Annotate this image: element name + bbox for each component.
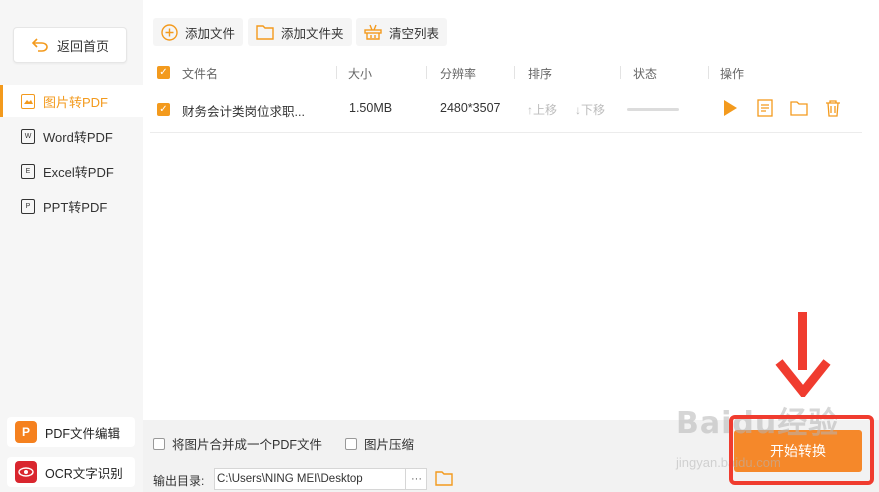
row-checkbox[interactable]: ✓ [157,103,170,116]
compress-option-label: 图片压缩 [364,438,415,452]
toolbar: 添加文件 添加文件夹 清空列表 [143,0,879,60]
clear-list-button[interactable]: 清空列表 [356,18,448,46]
pdf-edit-logo-icon: P [15,421,37,443]
open-folder-icon[interactable] [435,470,453,486]
compress-option[interactable]: 图片压缩 [345,434,414,453]
ppt-doc-icon: P [21,198,35,214]
move-up-label: 上移 [533,103,558,117]
pdf-edit-tool-button[interactable]: P PDF文件编辑 [7,417,135,447]
folder-icon[interactable] [790,99,808,117]
back-home-label: 返回首页 [56,38,109,54]
folder-icon [256,25,274,40]
column-divider [426,66,427,79]
merge-option[interactable]: 将图片合并成一个PDF文件 [153,434,322,453]
move-up-button[interactable]: ↑上移 [527,101,557,118]
add-file-label: 添加文件 [185,26,236,41]
browse-more-button[interactable]: ··· [405,468,427,490]
column-divider [620,66,621,79]
return-arrow-icon [31,38,48,52]
file-resolution: 2480*3507 [440,101,501,115]
header-actions: 操作 [720,67,745,81]
ocr-tool-button[interactable]: OCR文字识别 [7,457,135,487]
sidebar-item-ppt-to-pdf[interactable]: P PPT转PDF [0,190,143,222]
play-icon[interactable] [721,99,739,117]
sidebar-item-excel-to-pdf[interactable]: E Excel转PDF [0,155,143,187]
sidebar-item-label: Word转PDF [43,129,113,145]
header-status: 状态 [633,67,658,81]
column-divider [514,66,515,79]
sidebar-item-word-to-pdf[interactable]: W Word转PDF [0,120,143,152]
basket-icon [364,24,382,40]
add-folder-button[interactable]: 添加文件夹 [248,18,352,46]
sidebar-item-image-to-pdf[interactable]: 图片转PDF [0,85,143,117]
clear-list-label: 清空列表 [389,26,440,41]
red-down-arrow-icon [775,312,831,397]
output-path-value: C:\Users\NING MEI\Desktop [217,473,363,485]
trash-icon[interactable] [824,99,842,117]
header-order: 排序 [528,67,553,81]
plus-circle-icon [161,23,178,41]
document-icon[interactable] [756,99,774,117]
status-progress-bar [627,108,679,111]
column-divider [708,66,709,79]
merge-checkbox[interactable] [153,437,165,450]
sidebar: 返回首页 图片转PDF W Word转PDF E Excel转PDF P PPT… [0,0,143,492]
header-filename: 文件名 [182,67,219,81]
excel-doc-icon: E [21,163,35,179]
image-icon [21,93,35,109]
header-resolution: 分辨率 [440,67,477,81]
move-down-button[interactable]: ↓下移 [575,101,605,118]
sidebar-item-label: PPT转PDF [43,199,108,215]
add-file-button[interactable]: 添加文件 [153,18,244,46]
table-header: ✓ 文件名 大小 分辨率 排序 状态 操作 [150,60,862,84]
select-all-checkbox[interactable]: ✓ [157,66,170,79]
word-doc-icon: W [21,128,35,144]
sidebar-item-label: Excel转PDF [43,164,114,180]
output-path-field[interactable]: C:\Users\NING MEI\Desktop [214,468,427,490]
column-divider [336,66,337,79]
sidebar-item-label: 图片转PDF [43,94,109,110]
file-size: 1.50MB [349,101,393,115]
output-dir-label: 输出目录: [153,474,205,488]
ocr-tool-label: OCR文字识别 [45,466,123,481]
merge-option-label: 将图片合并成一个PDF文件 [172,438,323,452]
move-down-label: 下移 [581,103,606,117]
ocr-eye-logo-icon [15,461,37,483]
pdf-edit-tool-label: PDF文件编辑 [45,426,121,441]
header-size: 大小 [348,67,373,81]
back-home-button[interactable]: 返回首页 [13,27,127,63]
highlight-box [729,415,874,485]
file-name: 财务会计类岗位求职... [182,105,305,119]
more-label: ··· [411,473,422,485]
table-row: ✓ 财务会计类岗位求职... 1.50MB 2480*3507 ↑上移 ↓下移 [150,85,862,133]
compress-checkbox[interactable] [345,437,357,450]
add-folder-label: 添加文件夹 [281,26,344,41]
